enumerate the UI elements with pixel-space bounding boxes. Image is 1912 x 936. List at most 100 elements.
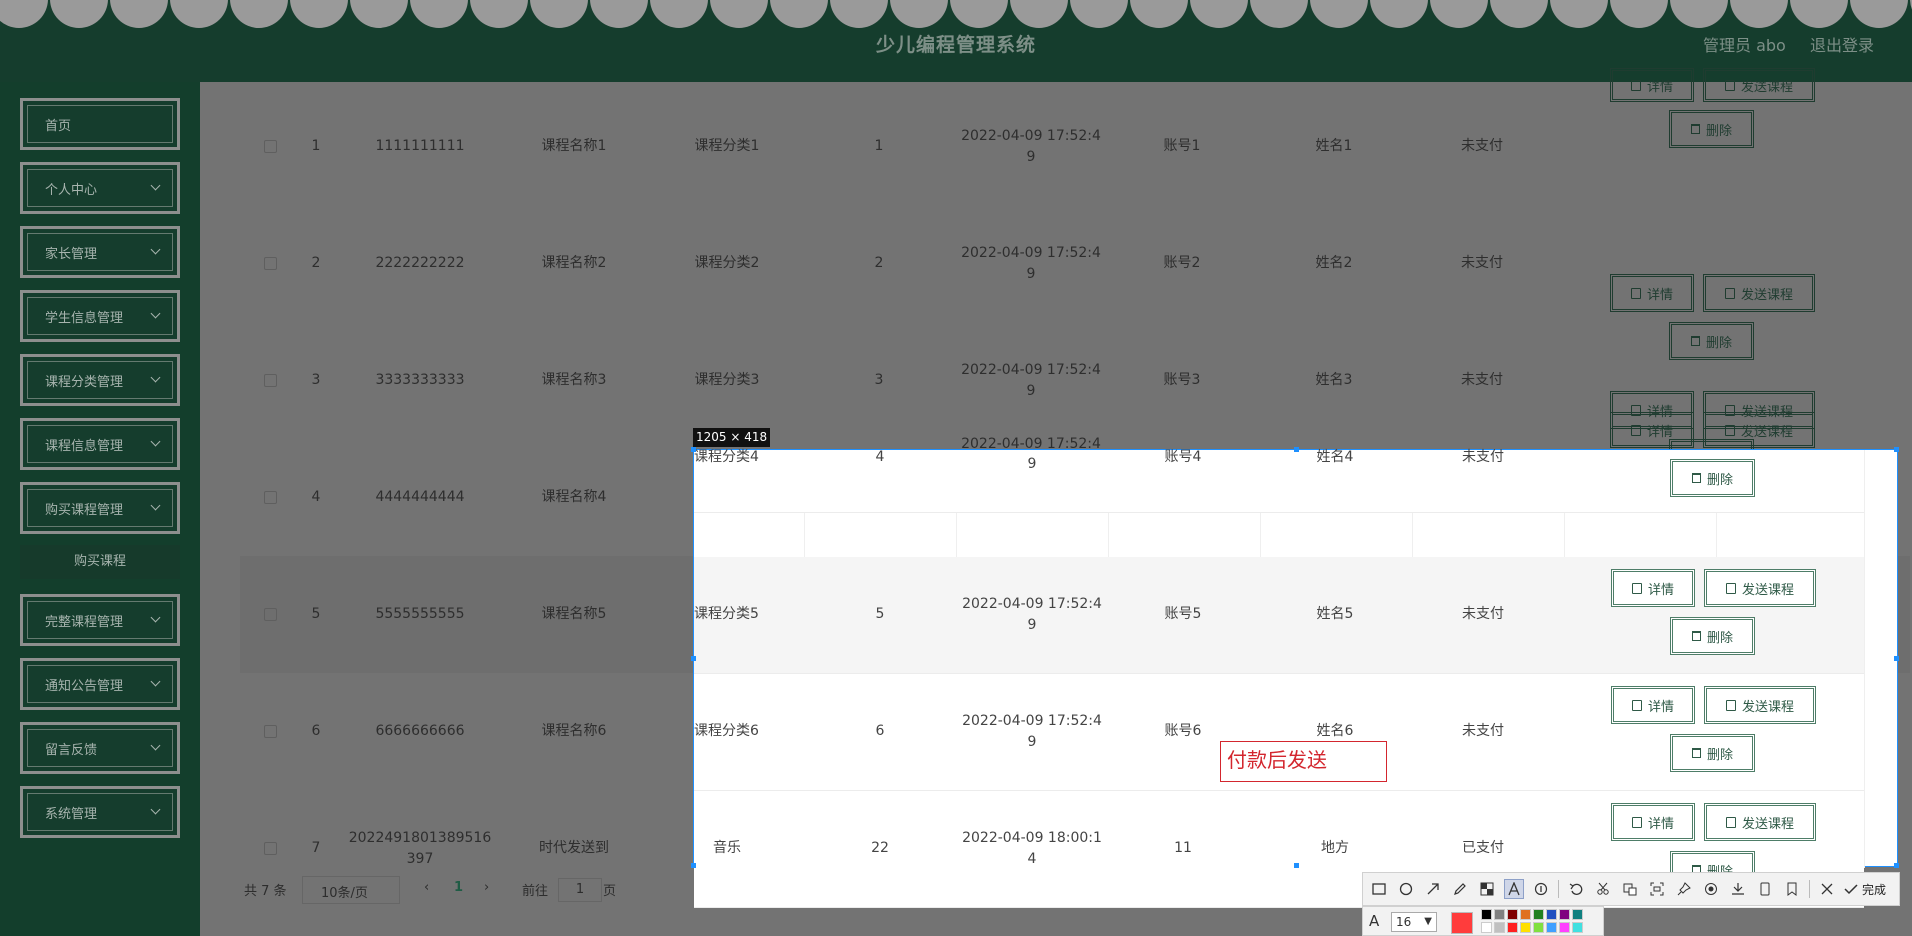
ocr-icon[interactable] (1647, 879, 1667, 899)
sidebar-item-personal-center[interactable]: 个人中心 (20, 162, 180, 214)
send-course-button[interactable]: 发送课程 (1704, 686, 1816, 724)
row-checkbox[interactable] (264, 139, 277, 153)
row-checkbox[interactable] (264, 607, 277, 621)
color-swatch[interactable] (1546, 909, 1557, 920)
color-swatch[interactable] (1494, 922, 1505, 933)
send-course-button[interactable]: 发送课程 (1704, 569, 1816, 607)
sidebar-item-course-category[interactable]: 课程分类管理 (20, 354, 180, 406)
close-icon[interactable] (1817, 879, 1837, 899)
sidebar-item-notice[interactable]: 通知公告管理 (20, 658, 180, 710)
resize-handle[interactable] (1894, 656, 1899, 661)
detail-button[interactable]: 详情 (1611, 803, 1695, 841)
logout-link[interactable]: 退出登录 (1810, 32, 1874, 56)
resize-handle[interactable] (691, 863, 696, 868)
scissors-icon[interactable] (1593, 879, 1613, 899)
bookmark-icon[interactable] (1782, 879, 1802, 899)
chevron-down-icon (150, 436, 161, 447)
sidebar-item-feedback[interactable]: 留言反馈 (20, 722, 180, 774)
goto-label: 前往 (522, 884, 549, 899)
translate-icon[interactable] (1620, 879, 1640, 899)
done-button[interactable]: 完成 (1844, 881, 1886, 898)
record-icon[interactable] (1701, 879, 1721, 899)
color-swatch[interactable] (1481, 922, 1492, 933)
sidebar-item-home[interactable]: 首页 (20, 98, 180, 150)
color-swatch[interactable] (1494, 909, 1505, 920)
font-size-select[interactable]: 16 ▼ (1391, 912, 1437, 932)
resize-handle[interactable] (1294, 863, 1299, 868)
color-swatch[interactable] (1559, 922, 1570, 933)
resize-handle[interactable] (691, 447, 696, 452)
delete-button[interactable]: 删除 (1669, 110, 1754, 148)
color-swatch[interactable] (1572, 909, 1583, 920)
current-color-swatch[interactable] (1451, 912, 1473, 934)
text-tool-icon[interactable] (1504, 879, 1524, 899)
color-swatch[interactable] (1520, 922, 1531, 933)
sidebar-item-course-info[interactable]: 课程信息管理 (20, 418, 180, 470)
color-swatch[interactable] (1533, 909, 1544, 920)
delete-button[interactable]: 删除 (1669, 322, 1754, 360)
download-icon[interactable] (1728, 879, 1748, 899)
purchase-time: 9 (952, 454, 1112, 475)
color-swatch[interactable] (1546, 922, 1557, 933)
color-swatch[interactable] (1507, 909, 1518, 920)
row-checkbox[interactable] (264, 490, 277, 504)
detail-button[interactable]: 详情 (1610, 274, 1694, 312)
rectangle-tool-icon[interactable] (1369, 879, 1389, 899)
course-category: 音乐 (713, 840, 741, 856)
undo-icon[interactable] (1566, 879, 1586, 899)
sidebar-subitem-purchase-course[interactable]: 购买课程 (20, 545, 180, 579)
pin-icon[interactable] (1674, 879, 1694, 899)
resize-handle[interactable] (1894, 447, 1899, 452)
delete-button[interactable]: 删除 (1670, 617, 1755, 655)
pencil-tool-icon[interactable] (1450, 879, 1470, 899)
goto-page-input[interactable]: 1 (558, 878, 602, 902)
sidebar-item-full-course[interactable]: 完整课程管理 (20, 594, 180, 646)
capture-selection[interactable]: 课程分类4 4 9 账号4 姓名4 未支付 删除 课程分类5 5 2022-04-09 17:52… (691, 447, 1899, 908)
delete-button[interactable]: 删除 (1670, 459, 1755, 497)
detail-button[interactable]: 详情 (1611, 569, 1695, 607)
purchase-time-line: 2022-04-09 17:52:4 (961, 361, 1101, 378)
color-swatch[interactable] (1520, 909, 1531, 920)
mosaic-tool-icon[interactable] (1477, 879, 1497, 899)
row-checkbox[interactable] (264, 841, 277, 855)
page-size-select[interactable]: 10条/页 (302, 876, 400, 904)
color-swatch[interactable] (1572, 922, 1583, 933)
phone-icon[interactable] (1755, 879, 1775, 899)
annotation-text-box[interactable]: 付款后发送 (1220, 741, 1387, 782)
detail-button[interactable]: 详情 (1611, 686, 1695, 724)
number-tool-icon[interactable] (1531, 879, 1551, 899)
detail-button[interactable]: 详情 (1610, 68, 1694, 102)
row-checkbox[interactable] (264, 373, 277, 387)
sidebar-item-system[interactable]: 系统管理 (20, 786, 180, 838)
send-course-button[interactable]: 发送课程 (1704, 803, 1816, 841)
delete-button[interactable]: 删除 (1670, 734, 1755, 772)
next-page-icon[interactable]: › (484, 880, 489, 895)
color-swatch[interactable] (1481, 909, 1492, 920)
pay-status: 未支付 (1461, 254, 1503, 271)
resize-handle[interactable] (691, 656, 696, 661)
resize-handle[interactable] (1894, 863, 1899, 868)
pay-status: 未支付 (1462, 449, 1504, 465)
sidebar-item-parent-management[interactable]: 家长管理 (20, 226, 180, 278)
purchase-time-line: 2022-04-09 18:00:1 (962, 830, 1102, 846)
scallop (530, 0, 588, 28)
resize-handle[interactable] (1294, 447, 1299, 452)
send-course-button[interactable]: 发送课程 (1703, 274, 1815, 312)
ellipse-tool-icon[interactable] (1396, 879, 1416, 899)
send-course-button[interactable]: 发送课程 (1703, 412, 1815, 448)
color-swatch[interactable] (1507, 922, 1518, 933)
color-swatch[interactable] (1559, 909, 1570, 920)
sidebar-item-purchase-management[interactable]: 购买课程管理 (20, 482, 180, 534)
send-course-button[interactable]: 发送课程 (1703, 68, 1815, 102)
color-swatch[interactable] (1533, 922, 1544, 933)
page-number-current[interactable]: 1 (454, 880, 463, 895)
detail-button[interactable]: 详情 (1610, 412, 1694, 448)
chevron-down-icon: ▼ (1424, 916, 1432, 927)
document-icon (1725, 816, 1736, 828)
arrow-tool-icon[interactable] (1423, 879, 1443, 899)
detail-label: 详情 (1647, 699, 1674, 715)
sidebar-item-student-info[interactable]: 学生信息管理 (20, 290, 180, 342)
prev-page-icon[interactable]: ‹ (424, 880, 429, 895)
row-checkbox[interactable] (264, 256, 277, 270)
row-checkbox[interactable] (264, 724, 277, 738)
